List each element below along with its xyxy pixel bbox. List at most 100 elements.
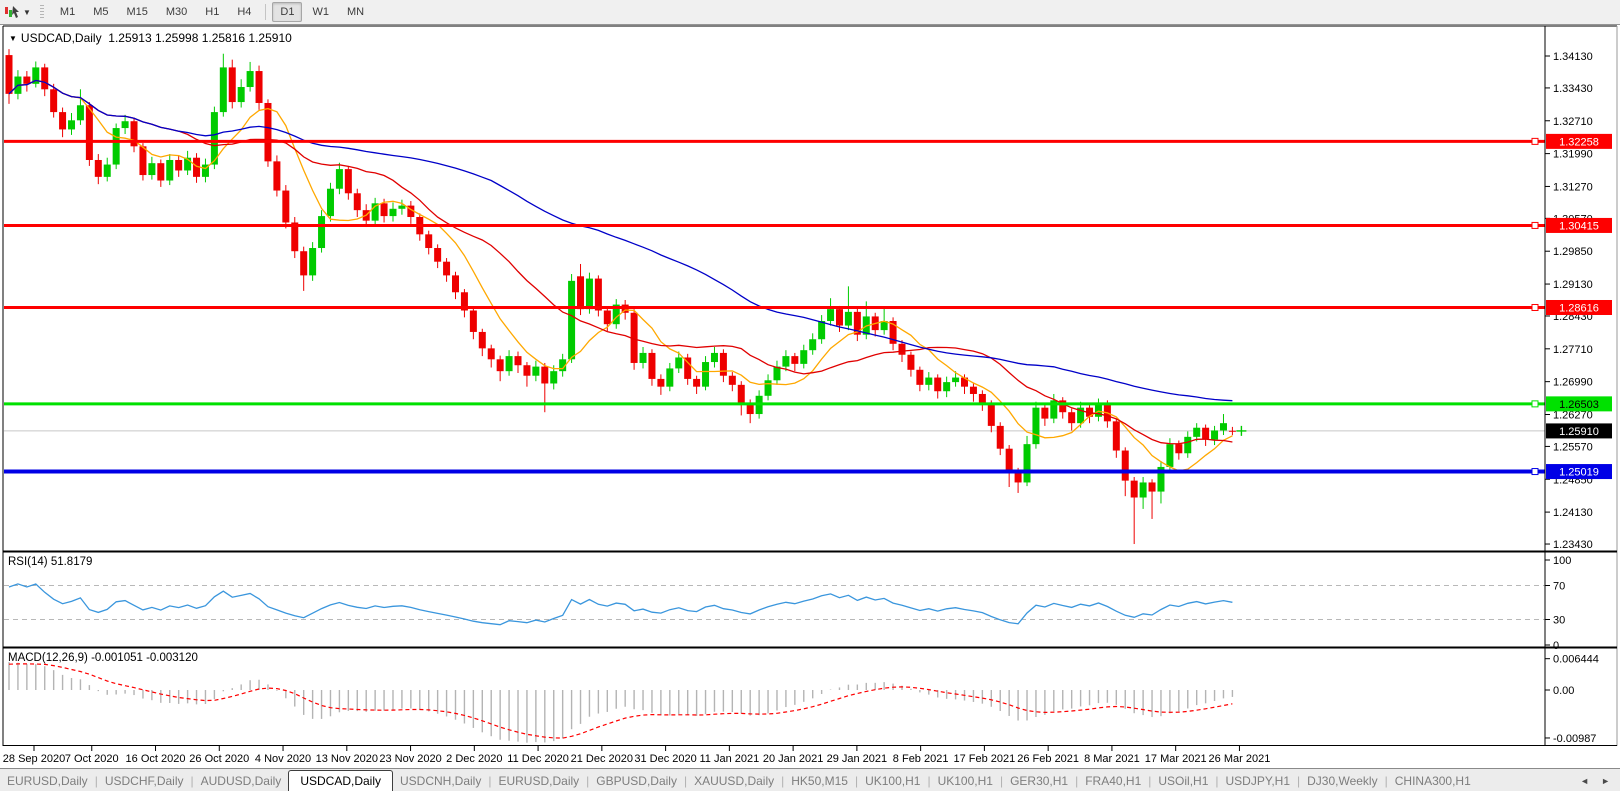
chart-tab-eurusd-0[interactable]: EURUSD,Daily [0, 771, 95, 791]
candle-body [85, 105, 93, 160]
candle-body [228, 67, 236, 103]
timeframe-button-m15[interactable]: M15 [118, 2, 155, 22]
candle-body [443, 261, 451, 276]
chart-tab-audusd-2[interactable]: AUDUSD,Daily [194, 771, 289, 791]
price-tick-label: 1.23430 [1553, 539, 1593, 551]
chart-tab-usdcad-3[interactable]: USDCAD,Daily [288, 770, 393, 791]
candle-body [1130, 480, 1138, 498]
macd-panel[interactable]: 0.006444 0.00 -0.00987 [8, 654, 1599, 745]
chart-tab-fra40-12[interactable]: FRA40,H1 [1078, 771, 1148, 791]
candle-body [916, 369, 924, 385]
candle-body [585, 278, 593, 310]
toolbar-grip[interactable] [39, 4, 44, 20]
tabs-scroll-left-icon[interactable]: ◄ [1580, 776, 1589, 786]
candle-body [996, 425, 1004, 449]
price-tick-label: 1.33430 [1553, 83, 1593, 95]
candle-body [827, 309, 835, 321]
chart-tab-dj30-15[interactable]: DJ30,Weekly [1300, 771, 1384, 791]
price-tick-label: 1.31270 [1553, 181, 1593, 193]
price-chart-canvas[interactable]: 100 70 30 0 0.006444 0.00 -0.00987 1.34130 1.334… [0, 0, 1620, 768]
timeframe-button-d1[interactable]: D1 [272, 2, 303, 22]
candle-body [773, 366, 781, 381]
candle-body [50, 89, 58, 113]
chart-tab-gbpusd-6[interactable]: GBPUSD,Daily [589, 771, 684, 791]
candle-body [505, 356, 513, 372]
tab-scroll-arrows: ◄ ► [1574, 776, 1620, 791]
candle-body [782, 356, 790, 367]
chart-tab-uk100-9[interactable]: UK100,H1 [858, 771, 927, 791]
level-line-handle[interactable] [1531, 221, 1539, 229]
chart-tab-usdcnh-4[interactable]: USDCNH,Daily [393, 771, 488, 791]
candle-body [710, 352, 718, 363]
collapse-chart-icon[interactable]: ▼ [9, 34, 17, 43]
candle-body [693, 378, 701, 387]
chart-tab-usdjpy-14[interactable]: USDJPY,H1 [1219, 771, 1297, 791]
candle-body [925, 377, 933, 385]
timeframe-button-m30[interactable]: M30 [158, 2, 195, 22]
chart-tab-china300-16[interactable]: CHINA300,H1 [1388, 771, 1478, 791]
chart-tab-eurusd-5[interactable]: EURUSD,Daily [491, 771, 586, 791]
candle-body [675, 357, 683, 369]
date-tick-label: 31 Dec 2020 [634, 753, 696, 765]
chart-pointer-icon[interactable] [3, 4, 21, 20]
rsi-panel[interactable]: 100 70 30 0 [4, 555, 1571, 652]
level-price-box-label: 1.32258 [1559, 136, 1599, 148]
rsi-line [8, 583, 1233, 626]
chart-tab-usdchf-1[interactable]: USDCHF,Daily [98, 771, 191, 791]
candle-body [255, 71, 263, 103]
timeframe-button-mn[interactable]: MN [339, 2, 372, 22]
chart-tab-uk100-10[interactable]: UK100,H1 [931, 771, 1000, 791]
candle-body [139, 146, 147, 176]
date-tick-label: 29 Jan 2021 [827, 753, 888, 765]
last-price-cross-marker [1236, 425, 1247, 436]
date-tick-label: 17 Mar 2021 [1145, 753, 1207, 765]
caret-down-icon[interactable]: ▼ [21, 8, 37, 17]
level-line-handle[interactable] [1531, 303, 1539, 311]
candle-body [1139, 482, 1147, 498]
level-line-handle[interactable] [1531, 400, 1539, 408]
timeframe-button-w1[interactable]: W1 [304, 2, 337, 22]
price-tick-label: 1.29850 [1553, 246, 1593, 258]
level-price-box-label: 1.26503 [1559, 399, 1599, 411]
moving-average-line-55 [8, 79, 1233, 402]
price-tick-label: 1.31990 [1553, 149, 1593, 161]
chart-tab-ger30-11[interactable]: GER30,H1 [1003, 771, 1075, 791]
candle-body [550, 371, 558, 384]
candle-body [791, 356, 799, 364]
chart-tab-xauusd-7[interactable]: XAUUSD,Daily [687, 771, 781, 791]
candle-body [94, 159, 102, 177]
candle-body [496, 359, 504, 372]
date-tick-label: 2 Dec 2020 [446, 753, 502, 765]
candle-body [666, 368, 674, 387]
candle-body [157, 163, 165, 181]
candle-body [987, 403, 995, 426]
candle-body [273, 161, 281, 191]
candle-body [657, 378, 665, 387]
timeframe-button-h1[interactable]: H1 [197, 2, 227, 22]
chart-tab-usoil-13[interactable]: USOil,H1 [1151, 771, 1215, 791]
main-price-panel[interactable] [4, 49, 1545, 545]
candle-body [246, 71, 254, 88]
level-line-handle[interactable] [1531, 137, 1539, 145]
macd-signal-line [8, 663, 1233, 739]
rsi-tick-label: 70 [1553, 581, 1565, 593]
candle-body [59, 112, 67, 130]
candle-body [1121, 450, 1129, 481]
candle-body [1175, 444, 1183, 454]
date-tick-label: 26 Oct 2020 [189, 753, 249, 765]
date-tick-label: 26 Feb 2021 [1017, 753, 1079, 765]
chart-tab-hk50-8[interactable]: HK50,M15 [784, 771, 855, 791]
timeframe-button-m1[interactable]: M1 [52, 2, 83, 22]
candle-body [318, 216, 326, 249]
chart-tabs-bar: EURUSD,Daily | USDCHF,Daily | AUDUSD,Daily US… [0, 768, 1620, 791]
level-line-handle[interactable] [1531, 468, 1539, 476]
timeframe-button-h4[interactable]: H4 [229, 2, 259, 22]
tabs-scroll-right-icon[interactable]: ► [1601, 776, 1610, 786]
candle-body [1023, 444, 1031, 483]
timeframe-button-m5[interactable]: M5 [85, 2, 116, 22]
candle-body [478, 331, 486, 349]
rsi-tick-label: 30 [1553, 615, 1565, 627]
date-tick-label: 23 Nov 2020 [379, 753, 441, 765]
candle-body [344, 169, 352, 194]
toolbar-divider [265, 4, 267, 20]
